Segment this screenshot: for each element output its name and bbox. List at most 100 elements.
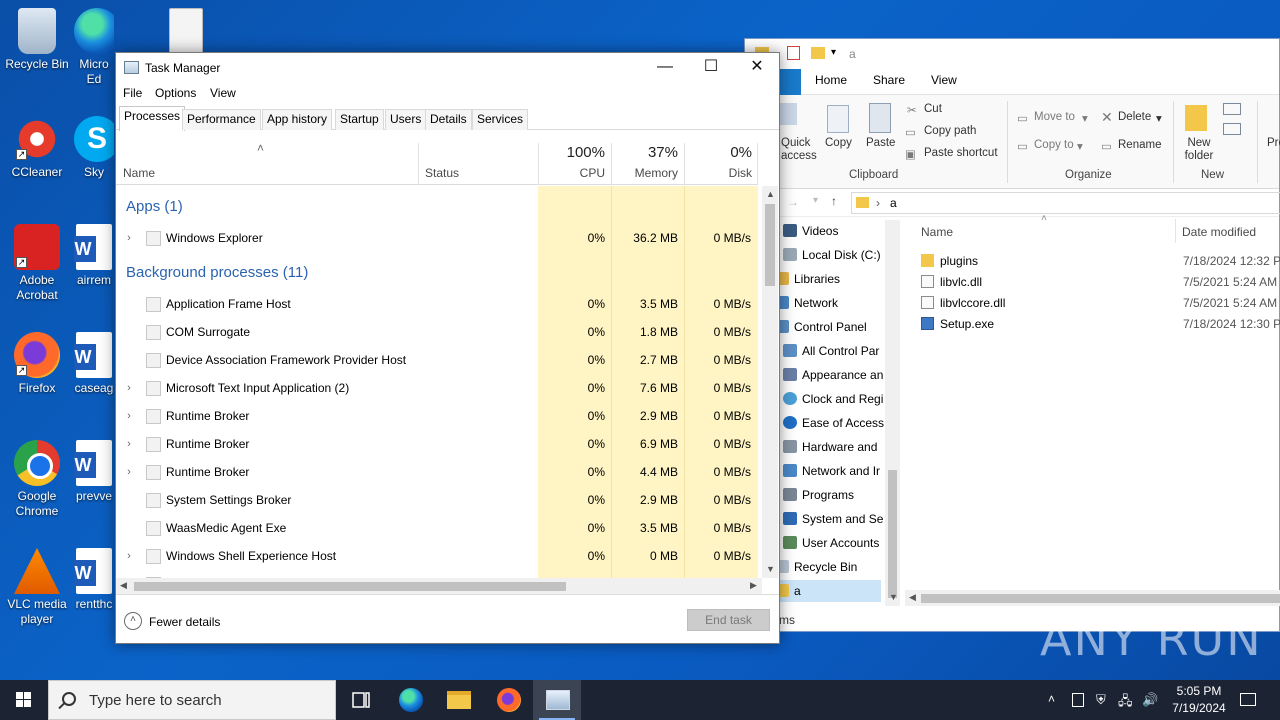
maximize-icon[interactable]: ☐	[688, 53, 734, 83]
file-row[interactable]: libvlc.dll 7/5/2021 5:24 AM	[921, 272, 1280, 293]
process-row[interactable]: WaasMedic Agent Exe 0% 3.5 MB 0 MB/s	[116, 514, 761, 542]
vertical-scroll-thumb[interactable]	[765, 204, 775, 286]
rename-button[interactable]: Rename	[1118, 139, 1161, 151]
nav-item-appearance[interactable]: Appearance an	[783, 364, 885, 386]
process-row-partial[interactable]	[116, 570, 761, 578]
nav-item-local-disk[interactable]: Local Disk (C:)	[783, 244, 885, 266]
nav-item-hardware[interactable]: Hardware and	[783, 436, 885, 458]
customize-toolbar-icon[interactable]: ▾	[831, 47, 836, 58]
new-folder-button[interactable]: New folder	[1181, 137, 1217, 163]
file-explorer-window[interactable]: ▾ a Home Share View Quick access Copy Pa…	[744, 38, 1280, 632]
cpu-percent[interactable]: 100%	[540, 144, 605, 161]
menu-file[interactable]: File	[123, 86, 142, 100]
process-row[interactable]: › Runtime Broker 0% 4.4 MB 0 MB/s	[116, 458, 761, 486]
desktop-icon-skype[interactable]: S Sky	[74, 116, 114, 180]
column-divider[interactable]	[611, 143, 612, 185]
column-divider[interactable]	[684, 143, 685, 185]
nav-item-programs[interactable]: Programs	[783, 484, 885, 506]
network-icon[interactable]: 🖧	[1118, 692, 1133, 714]
expand-chevron-icon[interactable]: ›	[124, 402, 134, 430]
scroll-left-arrow-icon[interactable]: ◀	[909, 592, 916, 603]
column-divider[interactable]	[418, 143, 419, 185]
disk-percent[interactable]: 0%	[686, 144, 752, 161]
tab-details[interactable]: Details	[425, 109, 472, 130]
scroll-left-arrow-icon[interactable]: ◀	[120, 580, 127, 591]
easy-access-icon[interactable]	[1223, 123, 1241, 135]
show-hidden-icons-chevron-icon[interactable]: ˄	[1048, 692, 1055, 706]
column-header-memory[interactable]: Memory	[613, 166, 678, 180]
file-row[interactable]: plugins 7/18/2024 12:32 PM	[921, 251, 1280, 272]
device-icon[interactable]	[1072, 693, 1084, 707]
taskbar-task-manager[interactable]	[533, 680, 581, 720]
memory-percent[interactable]: 37%	[613, 144, 678, 161]
desktop-icon-word-doc-1[interactable]: airrem	[74, 224, 114, 288]
process-row[interactable]: System Settings Broker 0% 2.9 MB 0 MB/s	[116, 486, 761, 514]
nav-item-network-internet[interactable]: Network and Ir	[783, 460, 885, 482]
paste-button[interactable]: Paste	[866, 137, 895, 149]
cut-button[interactable]: Cut	[924, 103, 942, 115]
copy-path-button[interactable]: Copy path	[924, 125, 976, 137]
desktop-icon-word-doc-3[interactable]: prevve	[74, 440, 114, 504]
process-row[interactable]: › Runtime Broker 0% 2.9 MB 0 MB/s	[116, 402, 761, 430]
tab-view[interactable]: View	[931, 73, 957, 87]
expand-chevron-icon[interactable]: ›	[124, 458, 134, 486]
column-divider[interactable]	[757, 143, 758, 185]
tab-startup[interactable]: Startup	[335, 109, 384, 130]
tab-app-history[interactable]: App history	[262, 109, 333, 130]
process-list-vscrollbar[interactable]: ▲ ▼	[762, 186, 778, 578]
desktop-icon-word-doc-4[interactable]: rentthc	[74, 548, 114, 612]
tab-share[interactable]: Share	[873, 73, 905, 87]
column-header-name[interactable]: Name	[921, 225, 953, 239]
column-header-date-modified[interactable]: Date modified	[1182, 225, 1256, 239]
scroll-right-arrow-icon[interactable]: ▶	[750, 580, 757, 591]
pin-quick-access-button[interactable]: Quick access	[781, 137, 827, 163]
properties-quick-icon[interactable]	[787, 46, 800, 60]
nav-item-user-accounts[interactable]: User Accounts	[783, 532, 885, 554]
desktop-icon-word-doc-2[interactable]: caseag	[74, 332, 114, 396]
menu-options[interactable]: Options	[155, 86, 196, 100]
process-list-hscrollbar[interactable]: ◀ ▶	[116, 578, 762, 594]
process-row[interactable]: › Windows Explorer 0% 36.2 MB 0 MB/s	[116, 224, 761, 252]
column-divider[interactable]	[538, 143, 539, 185]
task-view-button[interactable]	[336, 680, 384, 720]
desktop-icon-recycle-bin[interactable]: Recycle Bin	[0, 8, 74, 72]
desktop-icon-google-chrome[interactable]: Google Chrome	[0, 440, 74, 519]
paste-shortcut-button[interactable]: Paste shortcut	[924, 147, 998, 159]
desktop-icon-image-file[interactable]	[166, 8, 206, 57]
nav-item-clock-region[interactable]: Clock and Regi	[783, 388, 885, 410]
expand-chevron-icon[interactable]: ›	[124, 542, 134, 570]
process-row[interactable]: Application Frame Host 0% 3.5 MB 0 MB/s	[116, 290, 761, 318]
nav-item-a[interactable]: a	[775, 580, 881, 602]
nav-item-ease-of-access[interactable]: Ease of Access	[783, 412, 885, 434]
column-header-disk[interactable]: Disk	[686, 166, 752, 180]
tab-processes[interactable]: Processes	[119, 106, 186, 131]
back-arrow-icon[interactable]: →	[787, 195, 799, 209]
scroll-down-arrow-icon[interactable]: ▼	[766, 564, 775, 574]
expand-chevron-icon[interactable]: ›	[124, 374, 134, 402]
move-to-button[interactable]: Move to	[1034, 111, 1075, 123]
end-task-button[interactable]: End task	[687, 609, 770, 631]
taskbar-file-explorer[interactable]	[434, 680, 482, 720]
tab-performance[interactable]: Performance	[182, 109, 261, 130]
copy-to-button[interactable]: Copy to	[1034, 139, 1074, 151]
tab-home[interactable]: Home	[815, 73, 847, 87]
taskbar-clock[interactable]: 5:05 PM 7/19/2024	[1162, 683, 1236, 717]
delete-button[interactable]: Delete	[1118, 111, 1151, 123]
menu-view[interactable]: View	[210, 86, 236, 100]
fewer-details-button[interactable]: Fewer details	[149, 615, 220, 629]
new-folder-quick-icon[interactable]	[811, 47, 825, 59]
nav-item-all-control-panel[interactable]: All Control Par	[783, 340, 885, 362]
expand-chevron-icon[interactable]: ›	[124, 430, 134, 458]
file-list-hscrollbar[interactable]: ◀	[905, 590, 1280, 606]
process-row[interactable]: COM Surrogate 0% 1.8 MB 0 MB/s	[116, 318, 761, 346]
sort-ascending-icon[interactable]: ˄	[257, 141, 264, 155]
file-tab[interactable]	[779, 69, 801, 95]
copy-button[interactable]: Copy	[825, 137, 852, 149]
taskbar-edge[interactable]	[386, 680, 434, 720]
file-row[interactable]: Setup.exe 7/18/2024 12:30 PM	[921, 314, 1280, 335]
expand-chevron-icon[interactable]: ›	[124, 224, 134, 252]
taskbar-search-box[interactable]: Type here to search	[48, 680, 336, 720]
nav-item-network[interactable]: Network	[775, 292, 877, 314]
process-row[interactable]: › Windows Shell Experience Host 0% 0 MB …	[116, 542, 761, 570]
task-manager-window[interactable]: Task Manager — ☐ ✕ File Options View Pro…	[115, 52, 780, 644]
